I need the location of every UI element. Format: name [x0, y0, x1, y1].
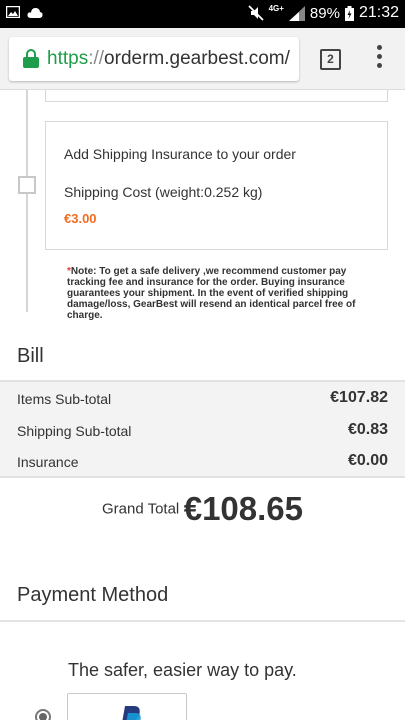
- url-text: https://orderm.gearbest.com/: [47, 48, 290, 70]
- bill-heading: Bill: [17, 345, 44, 367]
- bill-row-shipping: Shipping Sub-total €0.83: [17, 420, 388, 442]
- bill-row-amount: €0.00: [347, 452, 388, 469]
- paypal-option[interactable]: [67, 693, 187, 720]
- paypal-logo-icon: [122, 706, 141, 720]
- insurance-title: Add Shipping Insurance to your order: [64, 146, 296, 162]
- bill-row-amount: €0.83: [347, 421, 388, 438]
- grand-total: Grand Total €108.65: [0, 490, 405, 534]
- bill-row-amount: €107.82: [330, 389, 388, 406]
- note-text: Note: To get a safe delivery ,we recomme…: [67, 266, 356, 321]
- network-type: 4G+: [268, 3, 284, 13]
- overflow-menu-icon[interactable]: [372, 45, 386, 73]
- status-bar: 4G+ 89% 21:32: [0, 0, 405, 28]
- bill-row-items: Items Sub-total €107.82: [17, 388, 388, 410]
- grand-total-value: €108.65: [183, 490, 304, 527]
- insurance-checkbox[interactable]: [18, 176, 36, 194]
- bill-row-insurance: Insurance €0.00: [17, 451, 388, 473]
- bill-row-label: Insurance: [17, 454, 79, 470]
- lock-icon: [23, 49, 39, 69]
- bill-row-label: Items Sub-total: [17, 391, 112, 407]
- grand-total-label: Grand Total: [101, 500, 180, 518]
- payment-heading: Payment Method: [17, 584, 169, 606]
- insurance-note: *Note: To get a safe delivery ,we recomm…: [67, 266, 385, 321]
- battery-percent: 89%: [309, 4, 340, 22]
- payment-divider: [0, 620, 405, 622]
- timeline-line: [26, 90, 28, 312]
- paypal-radio[interactable]: [35, 709, 51, 720]
- signal-icon: [288, 5, 305, 21]
- insurance-price: €3.00: [64, 211, 97, 226]
- image-notification-icon: [6, 6, 20, 18]
- address-bar[interactable]: https://orderm.gearbest.com/: [9, 37, 299, 81]
- previous-option-box: [45, 90, 388, 102]
- insurance-shipping-cost: Shipping Cost (weight:0.252 kg): [64, 184, 263, 200]
- battery-icon: [344, 5, 354, 21]
- browser-toolbar: https://orderm.gearbest.com/ 2: [0, 28, 405, 90]
- mute-icon: [247, 5, 264, 21]
- url-scheme: https: [47, 48, 89, 69]
- tab-switcher-button[interactable]: 2: [320, 49, 341, 70]
- cloud-icon: [27, 7, 43, 18]
- insurance-option-box[interactable]: Add Shipping Insurance to your order Shi…: [45, 121, 388, 250]
- url-host: orderm.gearbest.com/: [104, 48, 290, 69]
- url-separator: ://: [88, 48, 105, 69]
- bill-table: Items Sub-total €107.82 Shipping Sub-tot…: [0, 380, 405, 478]
- paypal-tagline: The safer, easier way to pay.: [68, 660, 297, 680]
- bill-row-label: Shipping Sub-total: [17, 423, 132, 439]
- clock: 21:32: [358, 4, 399, 21]
